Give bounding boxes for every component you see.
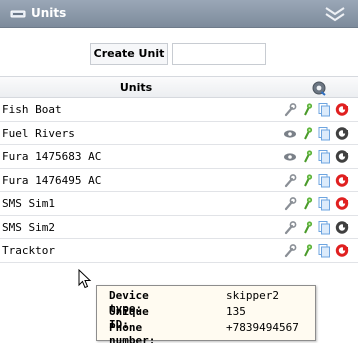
copy-icon[interactable] <box>317 102 331 117</box>
map-pin-icon[interactable] <box>301 196 315 211</box>
unit-name[interactable]: Fish Boat <box>2 103 62 116</box>
wrench-icon[interactable] <box>283 173 297 188</box>
delete-icon[interactable] <box>335 220 349 235</box>
unit-name[interactable]: Fura 1475683 AC <box>2 150 101 163</box>
unit-name[interactable]: Fura 1476495 AC <box>2 174 101 187</box>
copy-icon[interactable] <box>317 149 331 164</box>
table-row[interactable]: Fura 1476495 AC <box>0 169 358 192</box>
unit-tooltip: Device type: skipper2 Unique ID: 135 Pho… <box>96 285 316 343</box>
map-pin-icon[interactable] <box>301 126 315 141</box>
table-row[interactable]: Tracktor <box>0 239 358 263</box>
map-pin-icon[interactable] <box>301 220 315 235</box>
map-pin-icon[interactable] <box>301 102 315 117</box>
wrench-icon[interactable] <box>283 220 297 235</box>
tooltip-device-type-value: skipper2 <box>226 289 279 302</box>
table-row[interactable]: SMS Sim2 <box>0 216 358 239</box>
delete-icon[interactable] <box>335 196 349 211</box>
row-actions <box>283 149 355 165</box>
create-unit-input[interactable] <box>172 43 266 65</box>
unit-name[interactable]: SMS Sim2 <box>2 221 55 234</box>
map-pin-icon[interactable] <box>301 243 315 258</box>
map-pin-icon[interactable] <box>301 149 315 164</box>
panel-title: Units <box>31 6 67 20</box>
units-table: Units Fish Boat Fuel Rivers Fura 1475683 A… <box>0 76 358 263</box>
table-header-title: Units <box>119 81 153 94</box>
table-row[interactable]: Fish Boat <box>0 98 358 122</box>
units-panel: Units Create Unit Units Fish Boat Fuel Ri… <box>0 0 358 343</box>
create-unit-button[interactable]: Create Unit <box>90 43 168 65</box>
row-actions <box>283 102 355 118</box>
eye-icon[interactable] <box>283 149 297 164</box>
double-chevron-icon[interactable] <box>320 3 350 25</box>
eye-icon[interactable] <box>283 126 297 141</box>
table-row[interactable]: Fura 1475683 AC <box>0 145 358 169</box>
unit-name[interactable]: SMS Sim1 <box>2 197 55 210</box>
map-pin-icon[interactable] <box>301 173 315 188</box>
tooltip-phone-label: Phone number: <box>109 321 156 343</box>
mouse-cursor-icon <box>78 269 92 289</box>
wrench-icon[interactable] <box>283 102 297 117</box>
panel-titlebar: Units <box>0 0 358 28</box>
unit-name[interactable]: Tracktor <box>2 244 55 257</box>
row-actions <box>283 196 355 212</box>
delete-icon[interactable] <box>335 173 349 188</box>
settings-gear-icon[interactable] <box>311 80 327 96</box>
copy-icon[interactable] <box>317 243 331 258</box>
table-row[interactable]: Fuel Rivers <box>0 122 358 145</box>
copy-icon[interactable] <box>317 173 331 188</box>
tooltip-unique-id-value: 135 <box>226 305 246 318</box>
row-actions <box>283 220 355 236</box>
delete-icon[interactable] <box>335 243 349 258</box>
row-actions <box>283 126 355 142</box>
row-actions <box>283 243 355 259</box>
table-row[interactable]: SMS Sim1 <box>0 192 358 216</box>
delete-icon[interactable] <box>335 149 349 164</box>
wrench-icon[interactable] <box>283 196 297 211</box>
create-unit-row: Create Unit <box>0 41 358 67</box>
wrench-icon[interactable] <box>283 243 297 258</box>
copy-icon[interactable] <box>317 220 331 235</box>
table-body: Fish Boat Fuel Rivers Fura 1475683 AC Fura … <box>0 98 358 263</box>
delete-icon[interactable] <box>335 126 349 141</box>
delete-icon[interactable] <box>335 102 349 117</box>
tooltip-phone-value: +7839494567 <box>226 321 299 334</box>
row-actions <box>283 173 355 189</box>
unit-icon <box>10 10 26 18</box>
copy-icon[interactable] <box>317 196 331 211</box>
copy-icon[interactable] <box>317 126 331 141</box>
table-header: Units <box>0 76 358 98</box>
unit-name[interactable]: Fuel Rivers <box>2 127 75 140</box>
